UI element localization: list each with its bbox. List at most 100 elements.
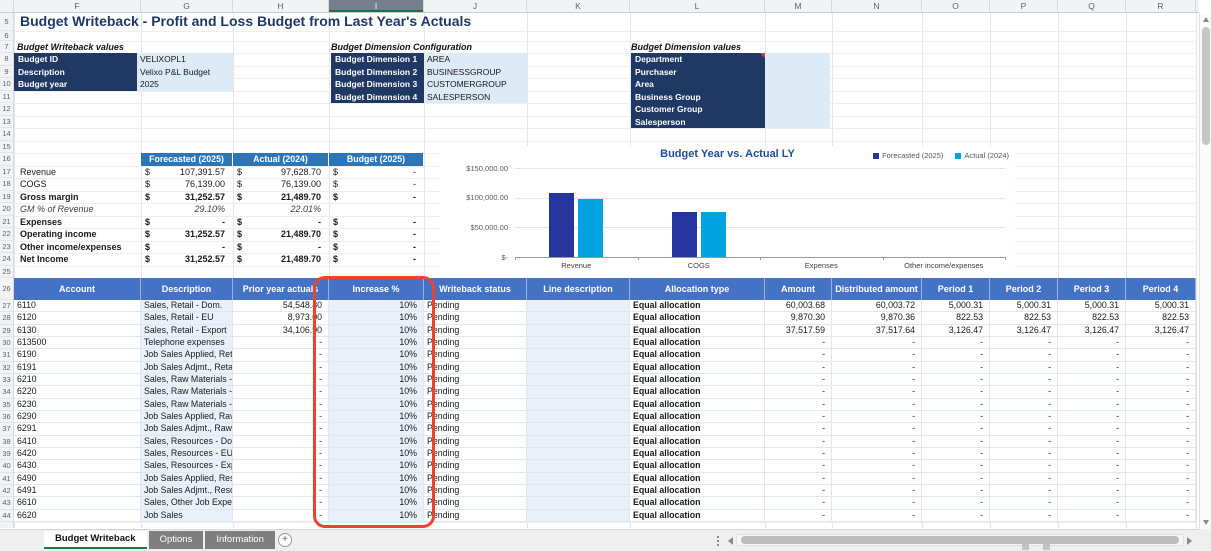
cell-distributed-amount[interactable]: -	[832, 410, 922, 424]
cell-writeback-status[interactable]: Pending	[424, 410, 527, 424]
scroll-right-icon[interactable]	[1187, 537, 1192, 545]
col-header-description[interactable]: Description	[141, 278, 233, 300]
cell-period-3[interactable]: -	[1058, 435, 1126, 448]
dimension-value-input-cell[interactable]	[765, 53, 830, 66]
cell-period-4[interactable]: -	[1126, 336, 1196, 350]
cell-prior-year[interactable]: -	[233, 460, 329, 473]
cell-allocation-type[interactable]: Equal allocation	[630, 509, 765, 522]
cell-period-2[interactable]: -	[990, 361, 1058, 374]
cell-line-description[interactable]	[527, 410, 630, 424]
col-header-line-description[interactable]: Line description	[527, 278, 630, 300]
cell-allocation-type[interactable]: Equal allocation	[630, 423, 765, 436]
cell-description[interactable]: Job Sales Adjmt., Retail	[141, 361, 233, 374]
field-label-cell[interactable]: Budget year	[14, 78, 137, 91]
cell-amount[interactable]: -	[765, 336, 832, 350]
cell-allocation-type[interactable]: Equal allocation	[630, 386, 765, 399]
column-header[interactable]: H	[233, 0, 329, 12]
col-header-period-1[interactable]: Period 1	[922, 278, 990, 300]
summary-row-label[interactable]: GM % of Revenue	[14, 203, 141, 216]
column-header[interactable]: J	[424, 0, 527, 12]
col-header-account[interactable]: Account	[14, 278, 141, 300]
cell-prior-year[interactable]: -	[233, 361, 329, 374]
cell-period-2[interactable]: 3,126.47	[990, 324, 1058, 337]
cell-description[interactable]: Sales, Resources - Dom	[141, 435, 233, 448]
cell-account[interactable]: 6191	[14, 361, 141, 374]
col-header-prior-year[interactable]: Prior year actuals	[233, 278, 329, 300]
cell-writeback-status[interactable]: Pending	[424, 472, 527, 485]
cell-period-4[interactable]: -	[1126, 484, 1196, 498]
row-header[interactable]: 36	[0, 411, 13, 424]
col-header-period-4[interactable]: Period 4	[1126, 278, 1196, 300]
column-header[interactable]: P	[990, 0, 1058, 12]
cell-allocation-type[interactable]: Equal allocation	[630, 447, 765, 461]
cell-account[interactable]: 6410	[14, 435, 141, 448]
summary-row-label[interactable]: Revenue	[14, 166, 141, 179]
dimension-value-label-cell[interactable]: Purchaser	[631, 65, 765, 78]
cell-period-1[interactable]: -	[922, 373, 990, 387]
cell-period-1[interactable]: -	[922, 484, 990, 498]
cell-prior-year[interactable]: -	[233, 435, 329, 448]
column-header[interactable]: L	[630, 0, 765, 12]
cell-line-description[interactable]	[527, 460, 630, 473]
cell-description[interactable]: Job Sales Applied, Retai	[141, 349, 233, 362]
column-header[interactable]: K	[527, 0, 630, 12]
vertical-scrollbar[interactable]	[1199, 13, 1211, 529]
cell-amount[interactable]: -	[765, 497, 832, 510]
row-header[interactable]: 8	[0, 53, 13, 66]
cell-period-2[interactable]: -	[990, 410, 1058, 424]
cell-line-description[interactable]	[527, 361, 630, 374]
cell-prior-year[interactable]: -	[233, 373, 329, 387]
row-header[interactable]: 25	[0, 266, 13, 278]
cell-writeback-status[interactable]: Pending	[424, 300, 527, 313]
cell-allocation-type[interactable]: Equal allocation	[630, 300, 765, 313]
cell-line-description[interactable]	[527, 472, 630, 485]
field-value-cell[interactable]: Velixo P&L Budget	[137, 65, 233, 78]
col-header-allocation-type[interactable]: Allocation type	[630, 278, 765, 300]
dimension-value-label-cell[interactable]: Area	[631, 78, 765, 91]
cell-line-description[interactable]	[527, 324, 630, 337]
column-header[interactable]: M	[765, 0, 832, 12]
dimension-value-input-cell[interactable]	[765, 115, 830, 128]
cell-period-4[interactable]: -	[1126, 398, 1196, 411]
row-header[interactable]: 33	[0, 374, 13, 387]
cell-distributed-amount[interactable]: -	[832, 386, 922, 399]
dimension-value-label-cell[interactable]: Department	[631, 53, 765, 66]
cell-allocation-type[interactable]: Equal allocation	[630, 435, 765, 448]
cell-line-description[interactable]	[527, 398, 630, 411]
row-header[interactable]: 5	[0, 13, 13, 31]
cell-amount[interactable]: -	[765, 435, 832, 448]
summary-actual-cell[interactable]: $97,628.70	[233, 166, 329, 179]
cell-writeback-status[interactable]: Pending	[424, 373, 527, 387]
summary-row-label[interactable]: Expenses	[14, 216, 141, 229]
summary-budget-cell[interactable]: $ -	[329, 191, 424, 204]
cell-period-2[interactable]: -	[990, 460, 1058, 473]
cell-period-1[interactable]: -	[922, 349, 990, 362]
cell-period-4[interactable]: -	[1126, 509, 1196, 522]
sheet-tab[interactable]: Options	[148, 531, 204, 549]
cell-period-1[interactable]: -	[922, 472, 990, 485]
cell-increase[interactable]: 10%	[329, 373, 424, 387]
cell-period-3[interactable]: -	[1058, 447, 1126, 461]
row-header[interactable]: 38	[0, 436, 13, 448]
row-header[interactable]: 17	[0, 166, 13, 178]
cell-period-1[interactable]: -	[922, 435, 990, 448]
row-header[interactable]: 22	[0, 228, 13, 241]
cell-distributed-amount[interactable]: -	[832, 472, 922, 485]
summary-actual-cell[interactable]: $ -	[233, 241, 329, 254]
row-header[interactable]: 27	[0, 300, 13, 313]
cell-line-description[interactable]	[527, 386, 630, 399]
row-header[interactable]: 9	[0, 66, 13, 78]
summary-actual-cell[interactable]: $76,139.00	[233, 178, 329, 191]
row-header[interactable]: 34	[0, 386, 13, 399]
col-header-period-2[interactable]: Period 2	[990, 278, 1058, 300]
cell-period-3[interactable]: -	[1058, 410, 1126, 424]
cell-prior-year[interactable]: -	[233, 447, 329, 461]
cell-period-4[interactable]: -	[1126, 361, 1196, 374]
summary-actual-cell[interactable]: 22.01%	[233, 203, 329, 216]
cell-amount[interactable]: -	[765, 373, 832, 387]
cell-period-2[interactable]: -	[990, 509, 1058, 522]
cell-prior-year[interactable]: -	[233, 386, 329, 399]
select-all-corner[interactable]	[0, 0, 14, 12]
cell-period-1[interactable]: -	[922, 497, 990, 510]
cell-account[interactable]: 6120	[14, 312, 141, 325]
